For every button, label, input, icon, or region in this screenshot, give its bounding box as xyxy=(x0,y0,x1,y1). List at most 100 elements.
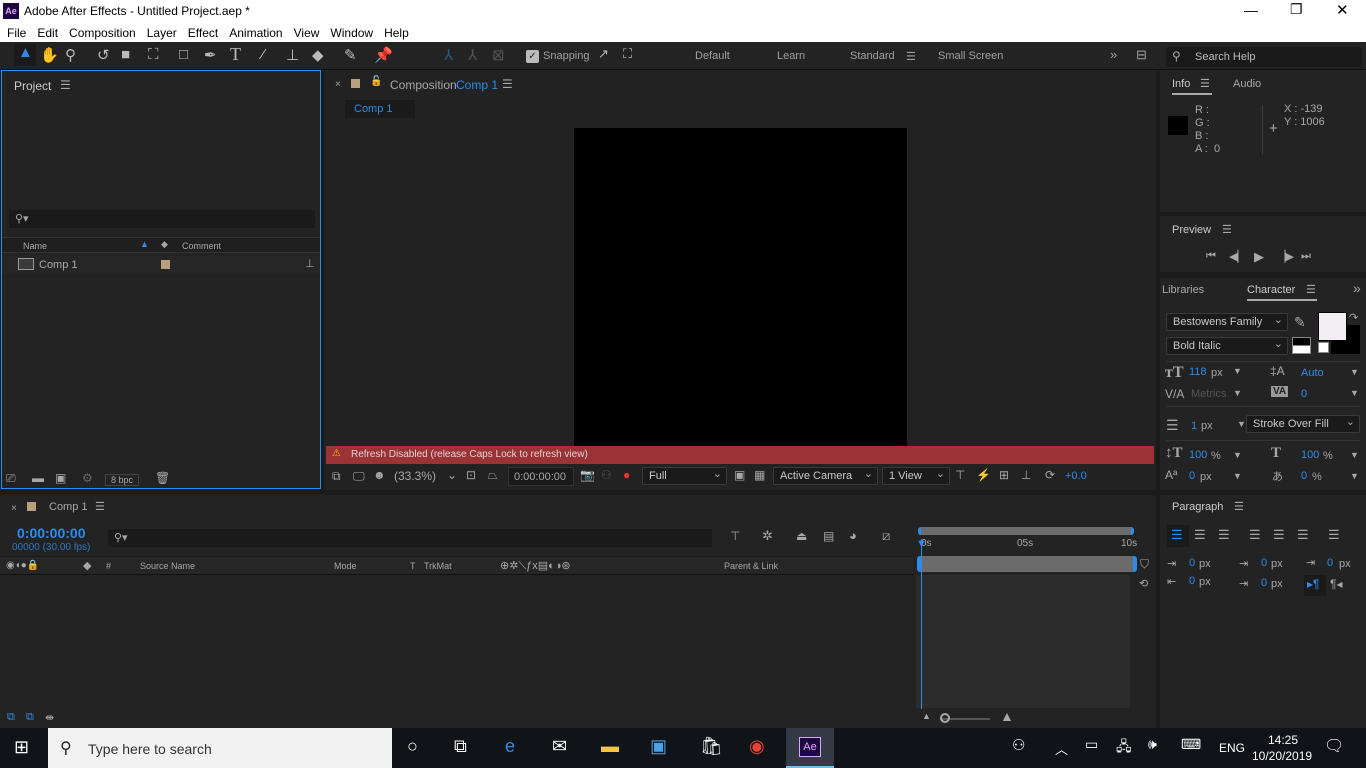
region-of-interest-icon[interactable]: ⊡ xyxy=(466,468,476,482)
frame-blending-icon[interactable]: ▤ xyxy=(823,529,834,543)
network-icon[interactable]: 🖧 xyxy=(1116,736,1132,760)
motion-blur-icon[interactable]: ◕ xyxy=(849,528,857,543)
horizontal-scale-value[interactable]: 100 xyxy=(1301,449,1319,461)
new-composition-icon[interactable]: ▣ xyxy=(55,471,66,485)
fast-previews-icon[interactable]: ▣ xyxy=(734,468,745,482)
work-area-bar[interactable] xyxy=(918,527,1134,535)
camera-dropdown[interactable]: Active Camera xyxy=(773,467,878,485)
mask-visibility-icon[interactable]: ☻ xyxy=(373,468,386,482)
play-icon[interactable]: ▶ xyxy=(1254,249,1264,265)
graph-editor-icon[interactable]: ⧄ xyxy=(882,528,890,544)
view-axis-icon[interactable]: ⊠ xyxy=(492,46,505,64)
selection-tool-icon[interactable]: ▲ xyxy=(14,44,36,66)
eyedropper-icon[interactable]: ✎ xyxy=(1294,314,1306,331)
roto-brush-tool-icon[interactable]: ✎ xyxy=(344,46,357,64)
timeline-search-input[interactable]: ⚲▾ xyxy=(108,529,712,547)
chevron-down-icon[interactable]: ▼ xyxy=(1350,367,1359,377)
indent-right-value[interactable]: 0 xyxy=(1189,575,1195,587)
font-family-dropdown[interactable]: Bestowens Family xyxy=(1166,313,1288,331)
comp-mini-flowchart-icon[interactable]: ⊤ xyxy=(730,529,740,543)
chevron-down-icon[interactable]: ▼ xyxy=(1350,388,1359,398)
justify-all-icon[interactable]: ☰ xyxy=(1328,527,1340,543)
last-frame-icon[interactable]: ⏭ xyxy=(1301,250,1311,263)
chevron-down-icon[interactable]: ▼ xyxy=(1233,450,1242,460)
column-trkmat[interactable]: TrkMat xyxy=(424,561,452,571)
close-tab-icon[interactable]: × xyxy=(335,79,341,90)
panel-menu-icon[interactable]: ☰ xyxy=(1234,500,1244,513)
column-parent-link[interactable]: Parent & Link xyxy=(724,561,778,571)
toggle-transparency-icon[interactable]: ▦ xyxy=(754,468,765,482)
leading-value[interactable]: Auto xyxy=(1301,367,1324,379)
composition-name[interactable]: Comp 1 xyxy=(456,78,498,92)
resolution-dropdown[interactable]: Full xyxy=(642,467,727,485)
channel-icon[interactable]: ● xyxy=(623,468,630,482)
battery-icon[interactable]: ▭ xyxy=(1085,736,1098,753)
timeline-track-area[interactable] xyxy=(916,575,1130,708)
brush-tool-icon[interactable]: ⁄ xyxy=(262,46,265,63)
menu-effect[interactable]: Effect xyxy=(188,26,218,40)
stroke-mode-dropdown[interactable]: Stroke Over Fill xyxy=(1246,415,1360,433)
close-tab-icon[interactable]: × xyxy=(11,503,17,514)
chevron-down-icon[interactable]: ▼ xyxy=(1237,419,1246,429)
menu-file[interactable]: File xyxy=(7,26,26,40)
baseline-shift-value[interactable]: 0 xyxy=(1189,470,1195,482)
transfer-controls-toggle-icon[interactable]: ⧉ xyxy=(26,711,34,724)
file-explorer-icon[interactable]: ▬ xyxy=(601,736,619,757)
first-line-indent-value[interactable]: 0 xyxy=(1327,557,1333,569)
fast-draft-icon[interactable]: ⚡ xyxy=(976,468,991,482)
no-fill-swatch[interactable] xyxy=(1318,342,1329,353)
monitor-icon[interactable]: 🖵 xyxy=(353,469,365,484)
space-after-value[interactable]: 0 xyxy=(1261,577,1267,589)
puppet-tool-icon[interactable]: 📌 xyxy=(374,46,393,64)
timeline-current-time[interactable]: 0:00:00:00 xyxy=(17,525,86,541)
chevron-down-icon[interactable]: ▼ xyxy=(1350,450,1359,460)
swap-colors-icon[interactable]: ↷ xyxy=(1349,311,1358,324)
search-help-input[interactable]: ⚲ Search Help xyxy=(1166,47,1362,67)
fill-color-swatch[interactable] xyxy=(1318,312,1347,341)
space-before-value[interactable]: 0 xyxy=(1261,557,1267,569)
sync-settings-icon[interactable]: ⊟ xyxy=(1136,47,1147,63)
new-folder-icon[interactable]: ▬ xyxy=(32,471,44,485)
workspace-standard[interactable]: Standard xyxy=(850,50,895,62)
layout-icon[interactable]: ⊤ xyxy=(955,468,965,482)
previous-frame-icon[interactable]: ◀▏ xyxy=(1229,250,1246,263)
rtl-direction-icon[interactable]: ¶◂ xyxy=(1330,577,1342,591)
language-indicator[interactable]: ENG xyxy=(1219,741,1245,755)
flowchart-icon[interactable]: ⊥ xyxy=(1021,468,1031,482)
edge-icon[interactable]: e xyxy=(505,736,515,757)
eraser-tool-icon[interactable]: ◆ xyxy=(312,46,324,64)
show-hidden-icons[interactable]: ︿ xyxy=(1055,739,1068,758)
interpret-footage-icon[interactable]: ⎚ xyxy=(6,471,16,486)
photos-icon[interactable]: ▣ xyxy=(650,736,667,757)
flowchart-icon[interactable]: ⊥ xyxy=(305,257,315,270)
comp-viewer-canvas[interactable] xyxy=(574,128,907,462)
notifications-icon[interactable]: 🗨 xyxy=(1324,736,1344,756)
chevron-down-icon[interactable]: ▼ xyxy=(1233,471,1242,481)
justify-center-icon[interactable]: ☰ xyxy=(1273,527,1285,543)
exposure-reset-icon[interactable]: ⟳ xyxy=(1045,468,1055,482)
playhead[interactable] xyxy=(921,539,922,709)
black-white-swatch[interactable] xyxy=(1292,337,1311,354)
world-axis-icon[interactable]: ⅄ xyxy=(468,46,477,64)
always-preview-icon[interactable]: ⧉ xyxy=(332,469,341,484)
mail-icon[interactable]: ✉ xyxy=(552,736,567,757)
camera-tool-icon[interactable]: ■ xyxy=(121,46,130,63)
chevron-down-icon[interactable]: ▼ xyxy=(1233,366,1242,376)
exposure-value[interactable]: +0.0 xyxy=(1065,470,1087,482)
playhead-handle[interactable]: ▼ xyxy=(916,538,927,550)
store-icon[interactable]: 🛍 xyxy=(700,736,723,757)
align-left-icon[interactable]: ☰ xyxy=(1167,525,1189,547)
column-comment[interactable]: Comment xyxy=(182,241,221,251)
panel-menu-icon[interactable]: ☰ xyxy=(95,500,105,513)
current-time-field[interactable]: 0:00:00:00 xyxy=(508,467,574,486)
align-center-icon[interactable]: ☰ xyxy=(1194,527,1206,543)
bit-depth-button[interactable]: 8 bpc xyxy=(105,474,140,486)
more-workspaces-icon[interactable]: » xyxy=(1110,47,1117,62)
column-source-name[interactable]: Source Name xyxy=(140,561,195,571)
panel-menu-icon[interactable]: ☰ xyxy=(502,77,513,91)
snapshot-icon[interactable]: 📷 xyxy=(580,468,595,482)
menu-layer[interactable]: Layer xyxy=(147,26,177,40)
close-button[interactable]: ✕ xyxy=(1336,1,1349,19)
first-frame-icon[interactable]: ⏮ xyxy=(1206,250,1216,263)
show-snapshot-icon[interactable]: ⚇ xyxy=(601,468,612,482)
